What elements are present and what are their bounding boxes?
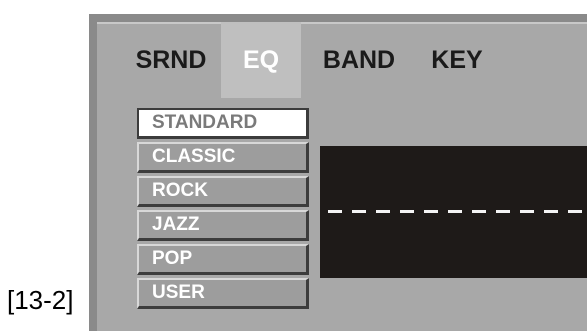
- tab-key[interactable]: KEY: [422, 22, 492, 98]
- eq-preset-user[interactable]: USER: [137, 278, 309, 309]
- setup-panel: SRND EQ BAND KEY STANDARD CLASSIC ROCK J…: [97, 22, 587, 331]
- eq-preset-jazz[interactable]: JAZZ: [137, 210, 309, 241]
- eq-preset-standard[interactable]: STANDARD: [137, 108, 309, 139]
- tab-srnd[interactable]: SRND: [127, 22, 215, 98]
- eq-preset-pop[interactable]: POP: [137, 244, 309, 275]
- figure-label: [13-2]: [7, 285, 74, 315]
- tab-band[interactable]: BAND: [309, 22, 409, 98]
- tab-bar: SRND EQ BAND KEY: [97, 22, 587, 98]
- eq-curve-line: [328, 210, 587, 213]
- eq-preset-rock[interactable]: ROCK: [137, 176, 309, 207]
- eq-curve-display: [320, 146, 587, 278]
- eq-preset-classic[interactable]: CLASSIC: [137, 142, 309, 173]
- eq-preset-list: STANDARD CLASSIC ROCK JAZZ POP USER: [137, 108, 309, 312]
- tab-eq[interactable]: EQ: [221, 22, 301, 98]
